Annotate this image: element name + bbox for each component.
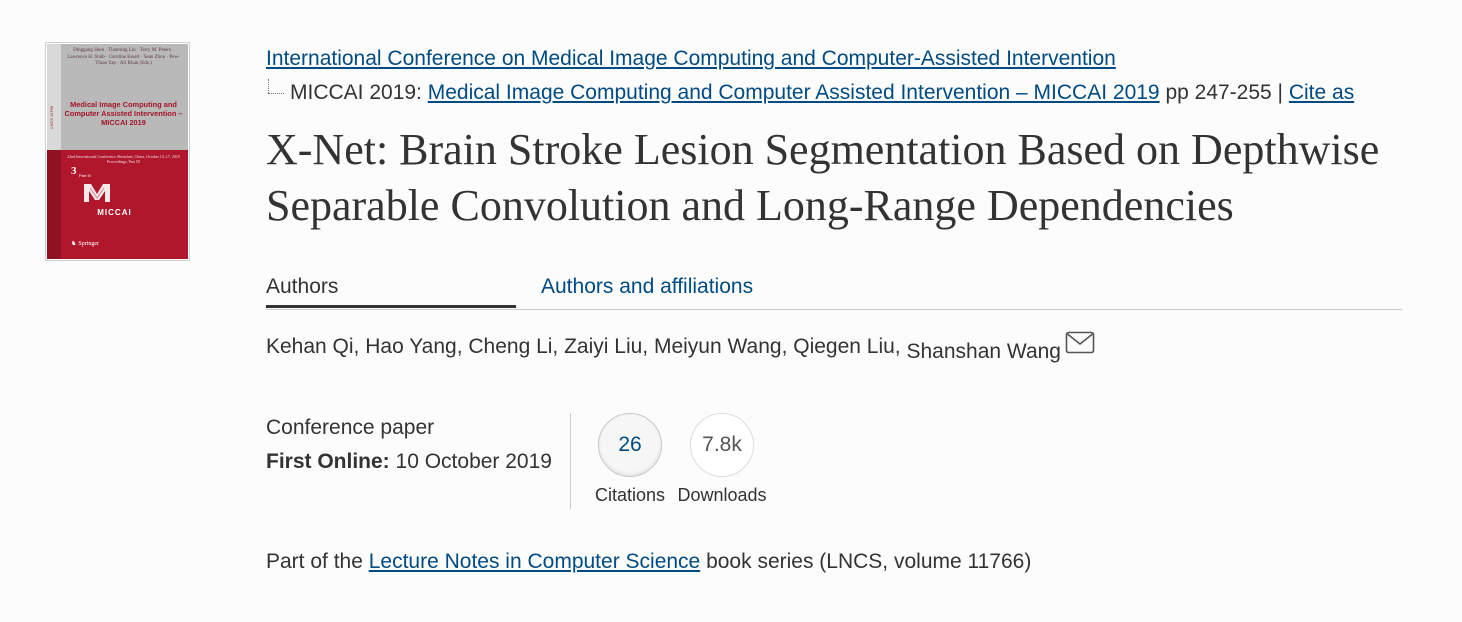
author-list: Kehan Qi, Hao Yang, Cheng Li, Zaiyi Liu,… (266, 331, 1095, 363)
cover-part-number: 3 (71, 165, 77, 177)
series-suffix: book series (LNCS, volume 11766) (700, 550, 1032, 573)
citations-metric[interactable]: 26 Citations (580, 413, 680, 507)
conference-link[interactable]: International Conference on Medical Imag… (266, 45, 1116, 73)
downloads-metric: 7.8k Downloads (672, 413, 772, 507)
paper-type: Conference paper (266, 416, 435, 439)
series-link[interactable]: Lecture Notes in Computer Science (369, 550, 701, 573)
downloads-label: Downloads (677, 485, 767, 505)
breadcrumb: MICCAI 2019: Medical Image Computing and… (266, 79, 1354, 107)
book-link[interactable]: Medical Image Computing and Computer Ass… (428, 81, 1160, 104)
citations-label: Citations (594, 485, 666, 505)
tab-authors-and-affiliations[interactable]: Authors and affiliations (541, 268, 753, 306)
tree-connector-icon (266, 79, 284, 94)
cover-editors: Dinggang Shen · Tianming Liu · Terry M. … (67, 48, 180, 66)
cover-art: Dinggang Shen · Tianming Liu · Terry M. … (47, 44, 188, 259)
book-series-info: Part of the Lecture Notes in Computer Sc… (266, 548, 1031, 576)
citations-count[interactable]: 26 (598, 413, 662, 477)
cover-publisher: ♞ Springer (71, 241, 100, 247)
cite-as-link[interactable]: Cite as (1289, 81, 1354, 104)
cover-series-code: LNCS 11766 (49, 106, 54, 129)
cover-event: 22nd International Conference Shenzhen, … (67, 154, 180, 164)
page-title: X-Net: Brain Stroke Lesion Segmentation … (266, 125, 1380, 230)
first-online-label: First Online: (266, 450, 390, 473)
author-tabs: Authors Authors and affiliations (266, 268, 1402, 310)
first-online-date: 10 October 2019 (389, 450, 552, 473)
series-prefix: Part of the (266, 550, 369, 573)
corresponding-author[interactable]: Shanshan Wang (906, 340, 1061, 363)
tab-authors[interactable]: Authors (266, 268, 516, 308)
miccai-logo-icon (84, 184, 110, 202)
springer-horse-icon: ♞ (71, 241, 77, 247)
page-range: pp 247-255 | (1159, 81, 1289, 104)
proceedings-prefix: MICCAI 2019: (290, 81, 428, 104)
cover-brand: MICCAI (97, 208, 132, 217)
first-online: First Online: 10 October 2019 (266, 448, 552, 476)
downloads-count: 7.8k (690, 413, 754, 477)
author-names: Kehan Qi, Hao Yang, Cheng Li, Zaiyi Liu,… (266, 335, 907, 358)
book-cover-image[interactable]: Dinggang Shen · Tianming Liu · Terry M. … (45, 42, 190, 261)
metrics-divider (570, 413, 571, 509)
cover-part-label: Part III (79, 173, 91, 178)
email-icon[interactable] (1065, 331, 1095, 355)
cover-title: Medical Image Computing and Computer Ass… (64, 100, 183, 128)
